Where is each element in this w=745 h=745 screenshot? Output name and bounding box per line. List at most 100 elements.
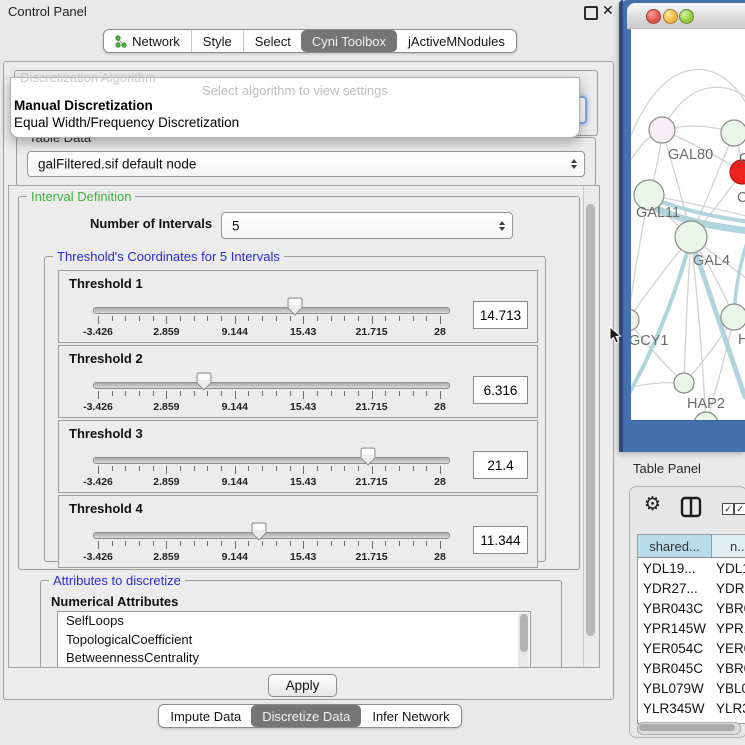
zoom-traffic-light-icon[interactable] xyxy=(679,9,694,24)
tick-label: 9.144 xyxy=(222,476,248,488)
settings-scrollbar[interactable] xyxy=(583,186,599,667)
major-tick xyxy=(303,391,304,399)
number-of-intervals-combobox[interactable]: 5 xyxy=(221,212,513,239)
threshold-value-field[interactable]: 21.4 xyxy=(473,451,528,479)
threshold-value-field[interactable]: 6.316 xyxy=(473,376,528,404)
network-node-HAP2[interactable] xyxy=(674,373,694,393)
table-row[interactable]: YDR27...YDR2 xyxy=(638,578,745,598)
scrollbar-thumb[interactable] xyxy=(586,204,595,636)
minor-tick xyxy=(331,466,332,471)
close-icon[interactable]: ✕ xyxy=(602,2,614,19)
network-node-GAL4[interactable] xyxy=(675,221,707,253)
slider-track[interactable] xyxy=(93,532,450,539)
split-view-icon[interactable] xyxy=(680,496,702,518)
hscroll-thumb[interactable] xyxy=(639,724,735,731)
minor-tick xyxy=(112,391,113,396)
minor-tick xyxy=(358,316,359,321)
algorithm-placeholder: Select algorithm to view settings xyxy=(11,83,579,98)
attribute-list-item[interactable]: TopologicalCoefficient xyxy=(58,631,530,650)
slider-track[interactable] xyxy=(93,382,450,389)
slider-track[interactable] xyxy=(93,307,450,314)
minor-tick xyxy=(221,541,222,546)
attributes-scrollbar[interactable] xyxy=(518,613,529,668)
tab-network[interactable]: Network xyxy=(104,30,191,52)
minimize-traffic-light-icon[interactable] xyxy=(663,9,678,24)
float-window-icon[interactable] xyxy=(584,6,598,20)
algorithm-option-manual[interactable]: Manual Discretization xyxy=(11,98,579,115)
minor-tick xyxy=(262,466,263,471)
table-horizontal-scrollbar[interactable] xyxy=(637,722,741,735)
tick-label: 2.859 xyxy=(153,551,179,563)
tab-select[interactable]: Select xyxy=(243,30,302,52)
tab-discretize-data[interactable]: Discretize Data xyxy=(251,705,361,727)
tick-label: -3.426 xyxy=(83,326,113,338)
algorithm-option-equal-width[interactable]: Equal Width/Frequency Discretization xyxy=(11,115,579,132)
minor-tick xyxy=(317,391,318,396)
combo-arrows-icon xyxy=(571,159,577,169)
threshold-value-field[interactable]: 14.713 xyxy=(473,301,528,329)
network-node-G-top[interactable] xyxy=(721,120,745,146)
network-node-GAL80[interactable] xyxy=(649,117,675,143)
table-row[interactable]: YBR043CYBR0 xyxy=(638,598,745,618)
slider-handle[interactable] xyxy=(359,447,377,466)
window-frame-edge xyxy=(619,0,623,452)
close-traffic-light-icon[interactable] xyxy=(646,9,661,24)
table-row[interactable]: YER054CYER0 xyxy=(638,638,745,658)
node-table[interactable]: shared... n... YDL19...YDL1YDR27...YDR2Y… xyxy=(637,534,745,724)
checkbox-icon[interactable]: ✓ xyxy=(722,503,734,515)
gear-icon[interactable]: ⚙ xyxy=(644,493,661,516)
major-tick xyxy=(166,316,167,324)
attribute-list-item[interactable]: SelfLoops xyxy=(58,612,530,631)
tab-cyni-toolbox[interactable]: Cyni Toolbox xyxy=(301,30,397,52)
minor-tick xyxy=(125,466,126,471)
slider-handle[interactable] xyxy=(286,297,304,316)
network-node-GCY1[interactable] xyxy=(631,309,639,331)
minor-tick xyxy=(358,391,359,396)
table-row[interactable]: YBL079WYBL0 xyxy=(638,678,745,698)
threshold-value-field[interactable]: 11.344 xyxy=(473,526,528,554)
minor-tick xyxy=(344,466,345,471)
minor-tick xyxy=(194,316,195,321)
table-row[interactable]: YLR345WYLR3 xyxy=(638,698,745,718)
minor-tick xyxy=(153,391,154,396)
table-row[interactable]: YDL19...YDL1 xyxy=(638,558,745,578)
minor-tick xyxy=(112,316,113,321)
major-tick xyxy=(372,391,373,399)
minor-tick xyxy=(139,541,140,546)
network-view-window[interactable]: GAL80GACGAL11GAL4GCY1HHAP2 xyxy=(619,0,745,452)
numerical-attributes-list[interactable]: SelfLoopsTopologicalCoefficientBetweenne… xyxy=(57,611,531,668)
major-tick xyxy=(372,466,373,474)
network-node-bottom[interactable] xyxy=(694,412,718,420)
major-tick xyxy=(235,316,236,324)
table-row[interactable]: YPR145WYPR1 xyxy=(638,618,745,638)
slider-handle[interactable] xyxy=(195,372,213,391)
apply-button[interactable]: Apply xyxy=(268,674,337,697)
minor-tick xyxy=(317,316,318,321)
table-data-value: galFiltered.sif default node xyxy=(38,157,196,172)
table-row[interactable]: YBR045CYBR0 xyxy=(638,658,745,678)
network-canvas[interactable]: GAL80GACGAL11GAL4GCY1HHAP2 xyxy=(631,29,745,421)
screen: { "window": { "title": "Control Panel" }… xyxy=(0,0,745,745)
column-header-name[interactable]: n... xyxy=(712,535,745,557)
tick-label: 28 xyxy=(434,401,446,413)
major-tick xyxy=(303,466,304,474)
table-data-combobox[interactable]: galFiltered.sif default node xyxy=(27,151,585,177)
tab-infer-network[interactable]: Infer Network xyxy=(361,705,460,727)
tick-label: 9.144 xyxy=(222,326,248,338)
column-header-shared-name[interactable]: shared... xyxy=(638,535,712,557)
tab-impute-data[interactable]: Impute Data xyxy=(159,705,252,727)
network-window-titlebar[interactable] xyxy=(627,3,745,30)
tab-style[interactable]: Style xyxy=(191,30,243,52)
slider-handle[interactable] xyxy=(250,522,268,541)
network-node-label: GCY1 xyxy=(631,333,669,349)
tick-label: 21.715 xyxy=(356,326,388,338)
checkbox-icon[interactable]: ✓ xyxy=(734,503,745,515)
tab-jactivemnodules[interactable]: jActiveMNodules xyxy=(397,30,516,52)
minor-tick xyxy=(385,391,386,396)
attribute-list-item[interactable]: BetweennessCentrality xyxy=(58,649,530,668)
tick-label: -3.426 xyxy=(83,551,113,563)
attr-items: SelfLoopsTopologicalCoefficientBetweenne… xyxy=(58,612,530,668)
slider-track[interactable] xyxy=(93,457,450,464)
network-node-H[interactable] xyxy=(721,304,745,330)
cell-name: YBL0 xyxy=(712,681,745,696)
